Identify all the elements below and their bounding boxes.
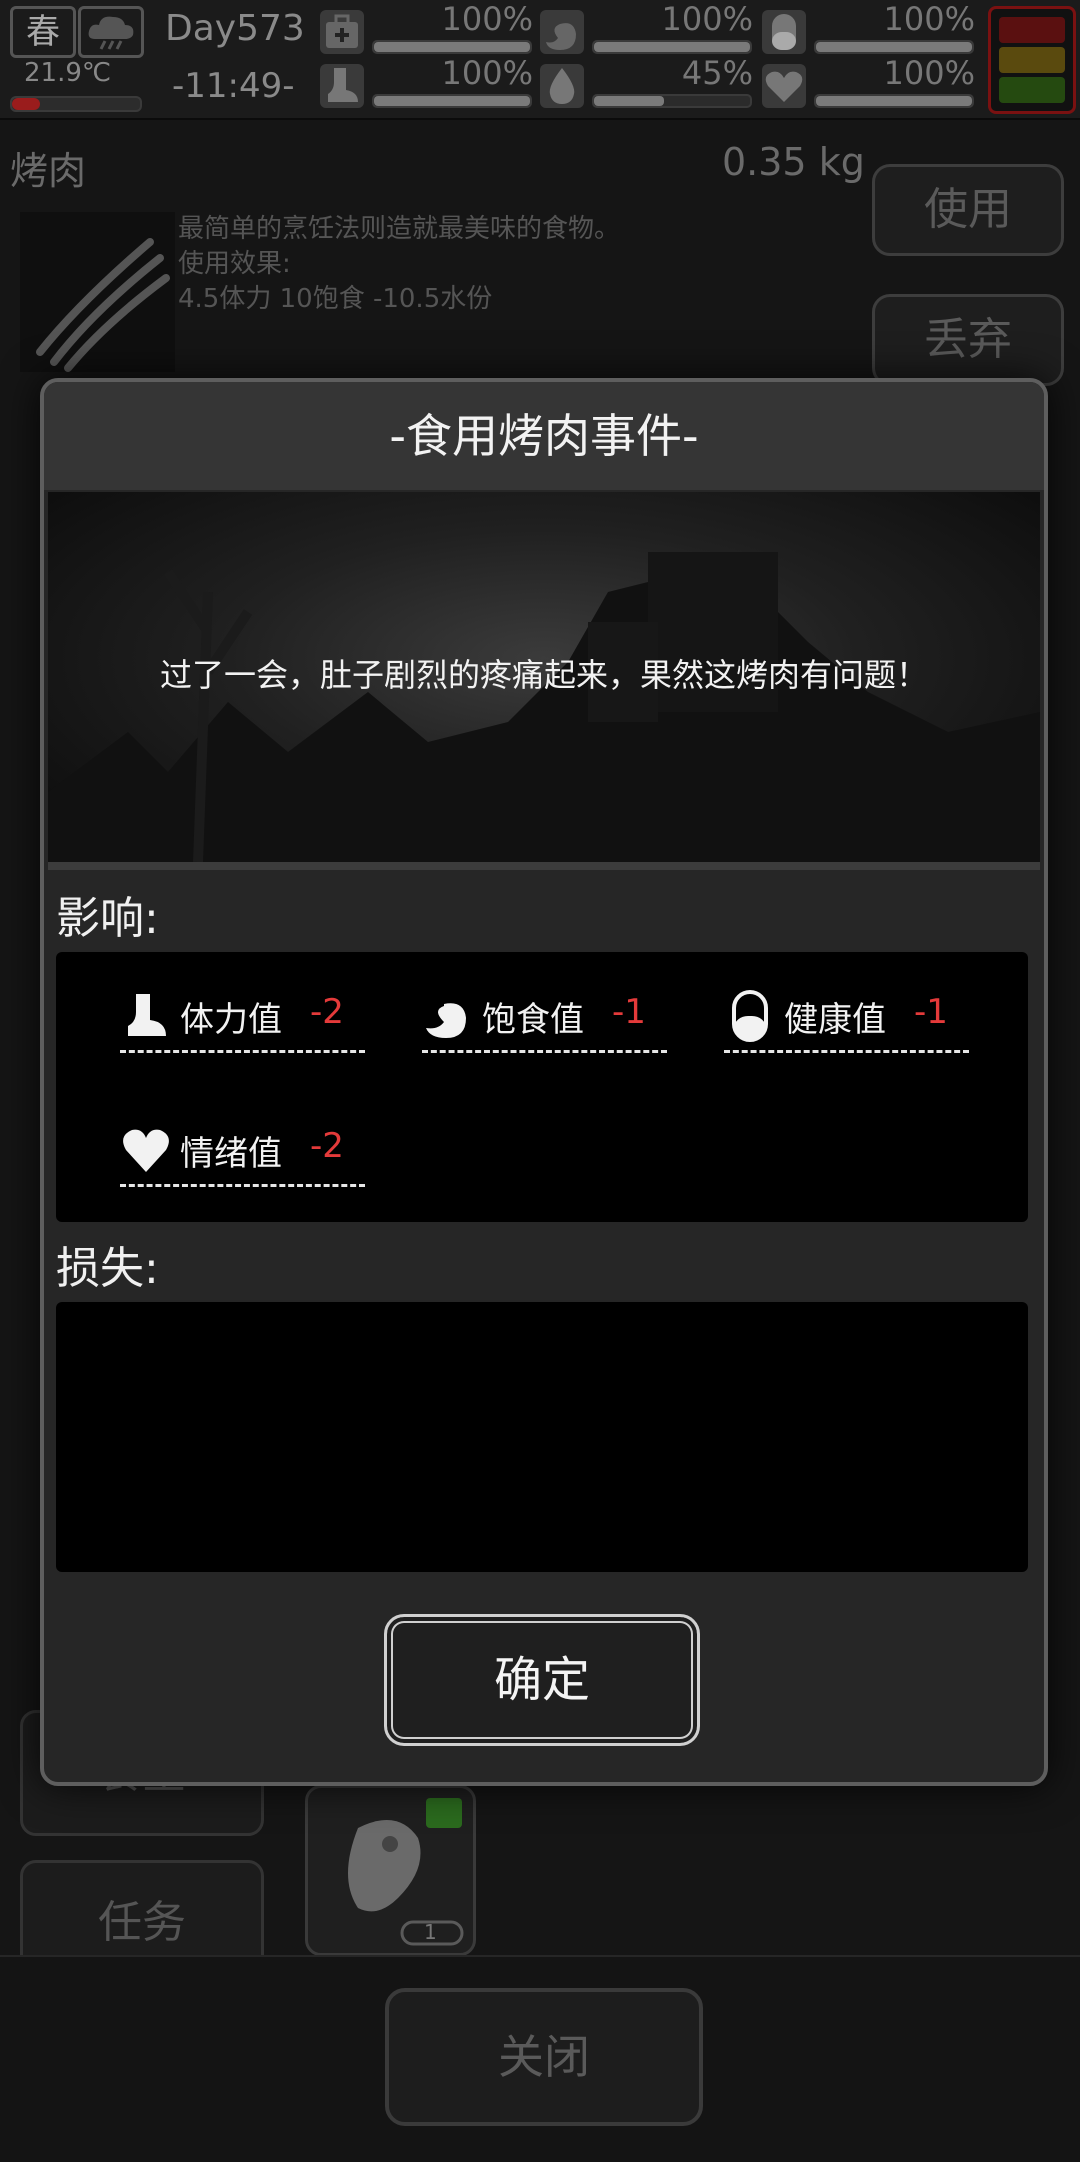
inventory-slot[interactable]: 1: [305, 1785, 476, 1956]
desc-line: 使用效果:: [178, 249, 291, 279]
water-drop-icon: [540, 64, 584, 108]
stomach-icon: [426, 992, 466, 1038]
stat-hunger: 100%: [540, 0, 755, 58]
stat-stamina: 100%: [320, 54, 535, 112]
dialog-title: -食用烤肉事件-: [44, 382, 1044, 490]
stat-water: 45%: [540, 54, 755, 112]
discard-button[interactable]: 丢弃: [872, 294, 1064, 386]
temperature-bar: [10, 96, 142, 112]
effect-value: -2: [310, 1126, 344, 1166]
stat-value: 100%: [883, 0, 975, 38]
stat-value: 100%: [441, 0, 533, 38]
heart-icon: [123, 1129, 169, 1172]
stat-bar: [372, 94, 532, 108]
stat-health: 100%: [762, 0, 977, 58]
temperature: 21.9℃: [24, 58, 112, 88]
stat-bar: [814, 40, 974, 54]
event-scene-image: 过了一会，肚子剧烈的疼痛起来，果然这烤肉有问题！: [48, 492, 1040, 870]
item-name: 烤肉: [10, 149, 87, 193]
effect-name: 健康值: [784, 1000, 886, 1040]
status-bar: 春 21.9℃ Day573 -11:49- 100% 100% 100% 10…: [0, 0, 1080, 120]
pill-icon: [732, 990, 768, 1042]
weather-cloud-icon: [78, 6, 144, 58]
confirm-button[interactable]: 确定: [384, 1614, 700, 1746]
stat-value: 45%: [681, 54, 753, 92]
stat-value: 100%: [883, 54, 975, 92]
effect-name: 体力值: [180, 1000, 282, 1040]
day-counter: Day573: [165, 8, 305, 49]
stat-value: 100%: [441, 54, 533, 92]
item-description: 最简单的烹饪法则造就最美味的食物。 使用效果: 4.5体力 10饱食 -10.5…: [178, 212, 620, 317]
item-weight: 0.35 kg: [722, 140, 865, 184]
effect-stamina: 体力值 -2: [120, 980, 365, 1053]
stat-bar: [592, 40, 752, 54]
boot-icon: [128, 994, 166, 1036]
stat-bar: [592, 94, 752, 108]
stat-bar: [814, 94, 974, 108]
stomach-icon: [540, 10, 584, 54]
effect-value: -1: [914, 992, 948, 1032]
losses-panel: [56, 1302, 1028, 1572]
effect-health: 健康值 -1: [724, 980, 969, 1053]
effect-mood: 情绪值 -2: [120, 1114, 365, 1187]
effect-value: -2: [310, 992, 344, 1032]
pill-icon: [762, 10, 806, 54]
event-message: 过了一会，肚子剧烈的疼痛起来，果然这烤肉有问题！: [159, 656, 928, 694]
effect-name: 饱食值: [482, 1000, 584, 1040]
danger-indicator: [988, 6, 1076, 114]
losses-label: 损失:: [56, 1243, 159, 1294]
confirm-label: 确定: [493, 1652, 590, 1708]
medkit-icon: [320, 10, 364, 54]
effect-value: -1: [612, 992, 646, 1032]
close-button[interactable]: 关闭: [385, 1988, 703, 2126]
effects-panel: 体力值 -2 饱食值 -1 健康值 -1 情绪值 -2: [56, 952, 1028, 1222]
boot-icon: [320, 64, 364, 108]
stat-value: 100%: [661, 0, 753, 38]
slot-count: 1: [424, 1920, 437, 1944]
desc-line: 4.5体力 10饱食 -10.5水份: [178, 284, 493, 314]
season-badge: 春: [10, 6, 76, 58]
use-button[interactable]: 使用: [872, 164, 1064, 256]
effect-name: 情绪值: [180, 1134, 282, 1174]
claw-icon: [20, 212, 175, 372]
event-dialog: -食用烤肉事件- 过了一会，肚子剧烈的疼痛起来，果然这烤肉有问题！ 影响: 体力…: [40, 378, 1048, 1786]
effects-label: 影响:: [56, 893, 159, 944]
stat-bar: [372, 40, 532, 54]
stat-medkit: 100%: [320, 0, 535, 58]
meat-icon: [348, 1798, 464, 1946]
effect-hunger: 饱食值 -1: [422, 980, 667, 1053]
heart-icon: [762, 64, 806, 108]
stat-mood: 100%: [762, 54, 977, 112]
desc-line: 最简单的烹饪法则造就最美味的食物。: [178, 214, 621, 244]
game-clock: -11:49-: [172, 66, 295, 106]
